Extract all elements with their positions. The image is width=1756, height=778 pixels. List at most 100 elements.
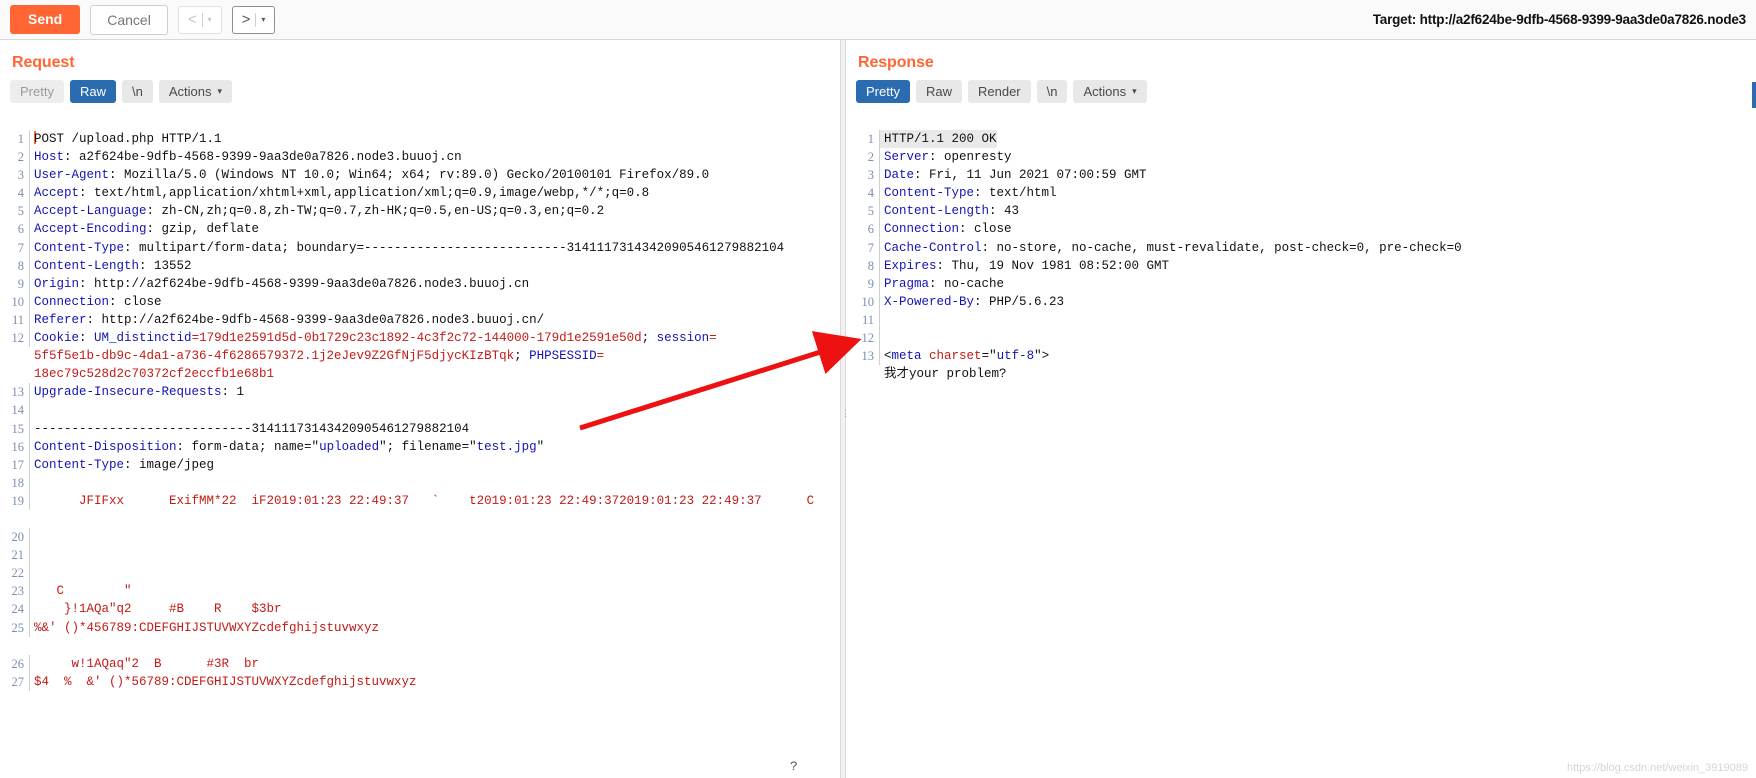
request-code-text[interactable]: Origin: http://a2f624be-9dfb-4568-9399-9… xyxy=(30,275,529,293)
code-segment: < xyxy=(884,349,892,364)
code-segment: }!1AQaʺq2 #B R $3br xyxy=(34,602,282,617)
response-code-text[interactable] xyxy=(880,311,892,329)
response-code-text[interactable]: Content-Type: text/html xyxy=(880,184,1057,202)
response-code-text[interactable]: Cache-Control: no-store, no-cache, must-… xyxy=(880,239,1462,257)
request-code-text[interactable]: C ʺ xyxy=(30,582,132,600)
request-code-text[interactable]: POST /upload.php HTTP/1.1 xyxy=(30,130,222,148)
request-actions-button[interactable]: Actions ▾ xyxy=(158,80,232,103)
code-segment: : Thu, 19 Nov 1981 08:52:00 GMT xyxy=(936,258,1170,273)
request-code-text[interactable]: 18ec79c528d2c70372cf2eccfb1e68b1 xyxy=(30,365,274,383)
request-code-line: 2 Host: a2f624be-9dfb-4568-9399-9aa3de0a7… xyxy=(0,148,840,167)
chevron-down-icon: ▾ xyxy=(1132,86,1137,96)
response-code-editor[interactable]: 1 HTTP/1.1 200 OK 2 Server: openresty 3 Date:… xyxy=(846,130,1756,778)
request-code-text[interactable]: %&' ()*456789:CDEFGHIJSTUVWXYZcdefghijst… xyxy=(30,619,379,637)
code-segment: : text/html xyxy=(974,186,1057,201)
request-code-text[interactable] xyxy=(30,564,42,582)
request-code-text[interactable]: Referer: http://a2f624be-9dfb-4568-9399-… xyxy=(30,311,544,329)
response-code-text[interactable]: Date: Fri, 11 Jun 2021 07:00:59 GMT xyxy=(880,166,1147,184)
request-tab-n[interactable]: \n xyxy=(121,80,153,103)
request-code-text[interactable]: Accept-Encoding: gzip, deflate xyxy=(30,220,259,238)
line-number: 12 xyxy=(0,329,30,348)
request-code-text[interactable]: }!1AQaʺq2 #B R $3br xyxy=(30,600,282,618)
response-code-text[interactable]: Expires: Thu, 19 Nov 1981 08:52:00 GMT xyxy=(880,257,1169,275)
code-segment: %&' ()*456789:CDEFGHIJSTUVWXYZcdefghijst… xyxy=(34,620,380,635)
request-code-text[interactable]: User-Agent: Mozilla/5.0 (Windows NT 10.0… xyxy=(30,166,709,184)
request-code-text[interactable]: -----------------------------31411173143… xyxy=(30,420,469,438)
code-segment: = xyxy=(709,331,717,346)
line-number: 3 xyxy=(846,166,880,185)
response-code-line: 8 Expires: Thu, 19 Nov 1981 08:52:00 GMT xyxy=(846,256,1756,275)
code-segment: Origin xyxy=(34,276,80,291)
code-segment: : http://a2f624be-9dfb-4568-9399-9aa3de0… xyxy=(86,312,545,327)
request-code-text[interactable] xyxy=(30,474,42,492)
send-button[interactable]: Send xyxy=(10,5,81,34)
request-code-text[interactable]: Connection: close xyxy=(30,293,162,311)
response-code-text[interactable]: Content-Length: 43 xyxy=(880,202,1019,220)
response-tab-render[interactable]: Render xyxy=(967,80,1031,103)
response-tab-pretty[interactable]: Pretty xyxy=(856,80,910,103)
request-code-text[interactable]: 5f5f5e1b-db9c-4da1-a736-4f6286579372.1j2… xyxy=(30,347,604,365)
request-code-text[interactable]: JFIFxx ExifMM*22 iF2019:01:23 22:49:37 `… xyxy=(30,492,814,510)
request-code-editor[interactable]: 1 POST /upload.php HTTP/1.1 2 Host: a2f624b… xyxy=(0,130,840,778)
code-segment: your problem? xyxy=(909,367,1007,382)
code-segment: Accept-Language xyxy=(34,204,147,219)
request-code-line: 5 Accept-Language: zh-CN,zh;q=0.8,zh-TW;q… xyxy=(0,202,840,221)
request-code-text[interactable]: Host: a2f624be-9dfb-4568-9399-9aa3de0a78… xyxy=(30,148,462,166)
response-code-text[interactable]: Server: openresty xyxy=(880,148,1012,166)
request-code-line: 10 Connection: close xyxy=(0,292,840,311)
request-code-text[interactable]: Cookie: UM_distinctid=179d1e2591d5d-0b17… xyxy=(30,329,717,347)
response-code-text[interactable]: 我才your problem? xyxy=(880,365,1007,383)
request-code-text[interactable]: w!1AQaqʺ2 B #3R br xyxy=(30,655,260,673)
request-code-text[interactable] xyxy=(30,528,42,546)
code-segment: Expires xyxy=(884,258,937,273)
request-code-text[interactable]: Content-Type: image/jpeg xyxy=(30,456,214,474)
request-code-text[interactable]: $4 % &' ()*56789:CDEFGHIJSTUVWXYZcdefghi… xyxy=(30,673,417,691)
right-edge-indicator xyxy=(1752,82,1756,108)
line-number: 2 xyxy=(846,148,880,167)
request-code-text[interactable]: Content-Type: multipart/form-data; bound… xyxy=(30,239,784,257)
code-segment: C ʺ xyxy=(34,584,132,599)
response-code-text[interactable]: X-Powered-By: PHP/5.6.23 xyxy=(880,293,1064,311)
response-code-text[interactable]: Pragma: no-cache xyxy=(880,275,1004,293)
line-number: 8 xyxy=(0,256,30,275)
request-code-text[interactable] xyxy=(30,546,42,564)
line-number: 5 xyxy=(846,202,880,221)
request-tab-raw[interactable]: Raw xyxy=(69,80,116,103)
response-code-text[interactable]: HTTP/1.1 200 OK xyxy=(880,130,997,149)
response-actions-button[interactable]: Actions ▾ xyxy=(1073,80,1147,103)
response-tab-n[interactable]: \n xyxy=(1036,80,1068,103)
chevron-down-icon[interactable]: ▾ xyxy=(256,15,270,24)
line-number: 20 xyxy=(0,528,30,547)
code-segment: meta xyxy=(891,349,922,364)
response-tab-raw[interactable]: Raw xyxy=(915,80,962,103)
request-tab-pretty[interactable]: Pretty xyxy=(10,80,64,103)
code-segment: : 13552 xyxy=(139,258,192,273)
chevron-down-icon[interactable]: ▾ xyxy=(203,15,217,24)
cancel-button[interactable]: Cancel xyxy=(90,4,168,35)
response-code-text[interactable]: Connection: close xyxy=(880,220,1012,238)
response-code-text[interactable]: <meta charset="utf-8"> xyxy=(880,347,1049,365)
request-code-line: 21 xyxy=(0,546,840,565)
response-code-text[interactable] xyxy=(880,329,892,347)
request-code-text[interactable] xyxy=(30,637,42,655)
request-code-line: 14 xyxy=(0,401,840,420)
request-code-line: 3 User-Agent: Mozilla/5.0 (Windows NT 10.… xyxy=(0,166,840,185)
request-code-text[interactable]: Upgrade-Insecure-Requests: 1 xyxy=(30,383,244,401)
response-code-line: 12 xyxy=(846,329,1756,348)
request-code-text[interactable]: Content-Length: 13552 xyxy=(30,257,192,275)
code-segment: utf-8 xyxy=(996,349,1035,364)
response-code-line: 11 xyxy=(846,310,1756,330)
request-code-text[interactable]: Content-Disposition: form-data; name="up… xyxy=(30,438,544,456)
request-code-text[interactable] xyxy=(30,510,42,528)
response-code-line: 9 Pragma: no-cache xyxy=(846,274,1756,293)
response-code-line: 1 HTTP/1.1 200 OK xyxy=(846,130,1756,149)
line-number: 11 xyxy=(0,310,30,330)
request-code-text[interactable]: Accept: text/html,application/xhtml+xml,… xyxy=(30,184,649,202)
previous-request-button[interactable]: < ▾ xyxy=(177,5,222,34)
code-segment: : xyxy=(79,331,95,346)
code-segment: : 1 xyxy=(221,385,245,400)
next-request-button[interactable]: > ▾ xyxy=(231,5,276,34)
code-segment: session xyxy=(656,331,710,346)
request-code-text[interactable]: Accept-Language: zh-CN,zh;q=0.8,zh-TW;q=… xyxy=(30,202,604,220)
request-code-text[interactable] xyxy=(30,401,42,419)
